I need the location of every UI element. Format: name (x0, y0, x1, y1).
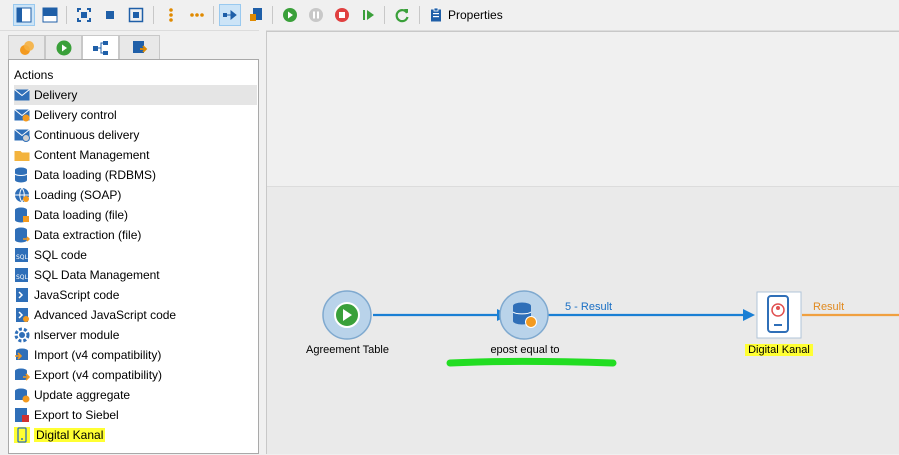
step-icon[interactable] (357, 4, 379, 26)
import-icon (14, 347, 30, 363)
fit-icon[interactable] (73, 4, 95, 26)
properties-button[interactable]: Properties (448, 8, 503, 22)
svg-text:SQL: SQL (16, 254, 29, 261)
advanced-script-icon (14, 307, 30, 323)
list-item-export-v4[interactable]: Export (v4 compatibility) (14, 365, 257, 385)
list-item-advanced-javascript-code[interactable]: Advanced JavaScript code (14, 305, 257, 325)
hierarchy-icon (92, 41, 108, 55)
splitter[interactable] (259, 30, 266, 454)
sql-icon: SQL (14, 247, 30, 263)
layout-top-icon[interactable] (39, 4, 61, 26)
tab-export[interactable] (119, 35, 160, 59)
properties-icon[interactable] (425, 4, 447, 26)
node-digital-kanal (756, 291, 802, 339)
activities-panel: Actions Delivery Delivery control Contin… (8, 59, 259, 454)
auto-link-icon[interactable] (219, 4, 241, 26)
horizontal-dots-icon[interactable] (186, 4, 208, 26)
zoom-icon[interactable] (125, 4, 147, 26)
digital-icon (14, 427, 30, 443)
tab-activities[interactable] (8, 35, 45, 59)
aggregate-icon (14, 387, 30, 403)
tab-start[interactable] (45, 35, 82, 59)
node-agreement-table (322, 290, 372, 340)
vertical-dots-icon[interactable] (160, 4, 182, 26)
marker-highlight (446, 358, 617, 367)
script-icon (14, 287, 30, 303)
list-item-export-to-siebel[interactable]: Export to Siebel (14, 405, 257, 425)
gear-icon (14, 327, 30, 343)
node-label-digital-kanal: Digital Kanal (745, 344, 813, 356)
export-icon (14, 367, 30, 383)
delivery-icon (14, 87, 30, 103)
list-item-data-extraction-file[interactable]: Data extraction (file) (14, 225, 257, 245)
globe-icon (14, 187, 30, 203)
siebel-icon (14, 407, 30, 423)
list-item-nlserver-module[interactable]: nlserver module (14, 325, 257, 345)
activities-icon (19, 40, 34, 55)
list-item-continuous-delivery[interactable]: Continuous delivery (14, 125, 257, 145)
svg-text:SQL: SQL (16, 274, 29, 281)
workflow-canvas[interactable]: Agreement Table epost equal to Digital K… (266, 31, 899, 454)
list-item-loading-soap[interactable]: Loading (SOAP) (14, 185, 257, 205)
node-label-epost: epost equal to (490, 344, 560, 356)
toolbar: Properties (0, 0, 899, 31)
layout-left-icon[interactable] (13, 4, 35, 26)
refresh-icon[interactable] (391, 4, 413, 26)
node-label-agreement-table: Agreement Table (306, 344, 389, 356)
doc-icon[interactable] (245, 4, 267, 26)
export-tab-icon (132, 40, 147, 53)
node-epost-query (499, 290, 549, 340)
folder-icon (14, 147, 30, 163)
list-item-delivery-control[interactable]: Delivery control (14, 105, 257, 125)
list-item-digital-kanal[interactable]: Digital Kanal (14, 425, 257, 445)
connection-label-out: Result (813, 301, 845, 313)
list-item-javascript-code[interactable]: JavaScript code (14, 285, 257, 305)
pause-icon[interactable] (305, 4, 327, 26)
tab-workflow[interactable] (82, 35, 119, 60)
normalize-icon[interactable] (99, 4, 121, 26)
list-item-update-aggregate[interactable]: Update aggregate (14, 385, 257, 405)
connection-label-result: 5 - Result (565, 301, 613, 313)
list-item-content-management[interactable]: Content Management (14, 145, 257, 165)
delivery-control-icon (14, 107, 30, 123)
arrow-2 (743, 309, 755, 321)
list-item-sql-code[interactable]: SQL SQL code (14, 245, 257, 265)
start-icon[interactable] (279, 4, 301, 26)
stop-icon[interactable] (331, 4, 353, 26)
panel-tabs (8, 35, 258, 60)
continuous-delivery-icon (14, 127, 30, 143)
play-circle-icon (56, 40, 71, 55)
database-file-icon (14, 207, 30, 223)
workflow-graph (322, 290, 899, 367)
list-item-data-loading-file[interactable]: Data loading (file) (14, 205, 257, 225)
list-item-delivery[interactable]: Delivery (14, 85, 257, 105)
panel-title: Actions (14, 68, 54, 82)
file-extract-icon (14, 227, 30, 243)
list-item-import-v4[interactable]: Import (v4 compatibility) (14, 345, 257, 365)
sql-data-icon: SQL (14, 267, 30, 283)
list-item-sql-data-management[interactable]: SQL SQL Data Management (14, 265, 257, 285)
database-icon (14, 167, 30, 183)
list-item-data-loading-rdbms[interactable]: Data loading (RDBMS) (14, 165, 257, 185)
